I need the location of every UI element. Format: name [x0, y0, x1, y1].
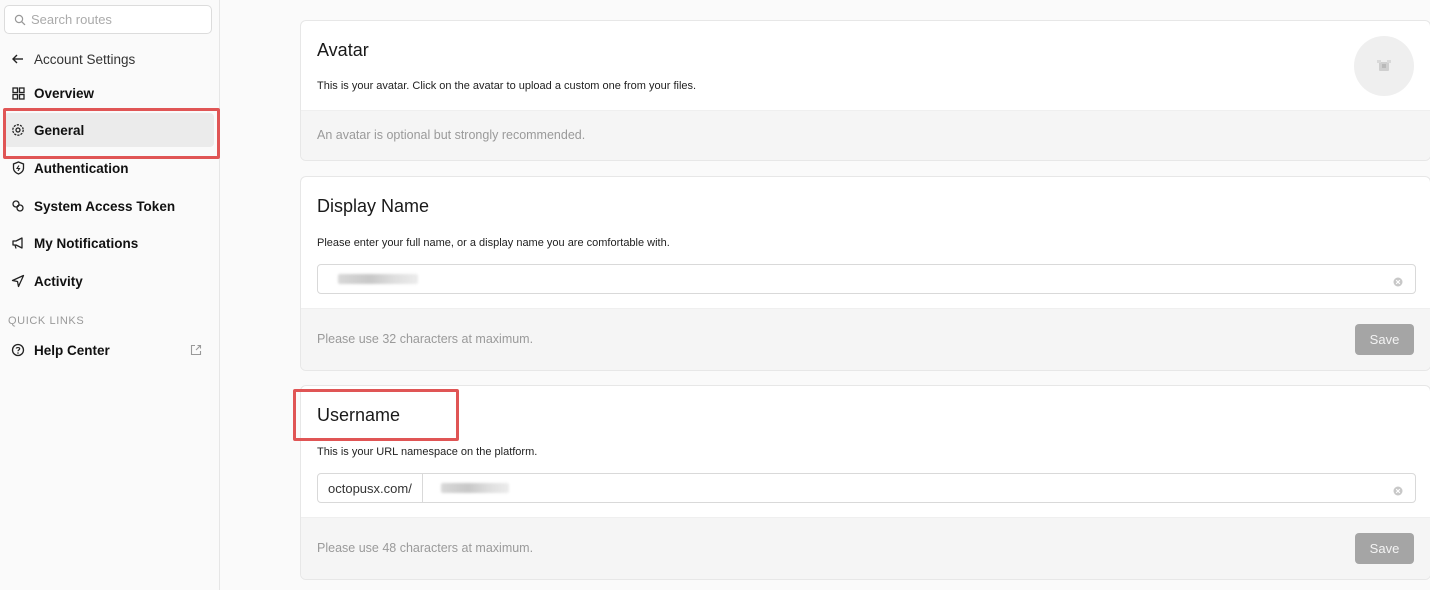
help-icon — [10, 342, 26, 358]
display-name-title: Display Name — [317, 196, 430, 216]
quick-links-heading: QUICK LINKS — [8, 315, 85, 327]
send-icon — [10, 273, 26, 289]
search-icon — [14, 14, 26, 25]
sidebar-item-authentication[interactable]: Authentication — [4, 151, 214, 185]
clear-icon[interactable] — [1393, 483, 1403, 501]
search-input[interactable] — [31, 12, 201, 27]
sidebar-item-label: Authentication — [34, 160, 129, 176]
sidebar-item-label: Help Center — [34, 342, 110, 358]
back-label: Account Settings — [34, 51, 136, 67]
display-name-card-footer: Please use 32 characters at maximum. Sav… — [301, 308, 1430, 370]
redacted-value — [338, 274, 418, 284]
arrow-left-icon — [10, 51, 26, 67]
redacted-value — [440, 483, 509, 493]
back-to-account-settings[interactable]: Account Settings — [4, 42, 214, 76]
avatar-upload[interactable] — [1354, 36, 1414, 96]
external-link-icon — [190, 343, 202, 361]
quick-link-help-center[interactable]: Help Center — [4, 333, 214, 367]
sidebar-item-system-access-token[interactable]: System Access Token — [4, 189, 214, 223]
sidebar-item-general[interactable]: General — [4, 113, 214, 147]
sidebar-item-activity[interactable]: Activity — [4, 264, 214, 298]
megaphone-icon — [10, 235, 26, 251]
sidebar-item-label: System Access Token — [34, 198, 176, 214]
sidebar-item-overview[interactable]: Overview — [4, 76, 214, 110]
avatar-card: Avatar This is your avatar. Click on the… — [300, 20, 1430, 161]
display-name-save-button[interactable]: Save — [1355, 324, 1414, 355]
shield-icon — [10, 160, 26, 176]
sidebar-item-my-notifications[interactable]: My Notifications — [4, 226, 214, 260]
display-name-card: Display Name Please enter your full name… — [300, 176, 1430, 371]
avatar-icon — [1377, 60, 1391, 71]
username-input[interactable]: octopusx.com/ — [317, 473, 1416, 503]
grid-icon — [10, 85, 26, 101]
avatar-card-footer: An avatar is optional but strongly recom… — [301, 110, 1430, 160]
username-card-footer: Please use 48 characters at maximum. Sav… — [301, 517, 1430, 579]
clear-icon[interactable] — [1393, 274, 1403, 292]
sidebar-item-label: My Notifications — [34, 235, 139, 251]
avatar-description: This is your avatar. Click on the avatar… — [317, 80, 697, 92]
sidebar-item-label: General — [34, 122, 85, 138]
username-title: Username — [317, 405, 401, 425]
username-description: This is your URL namespace on the platfo… — [317, 446, 538, 458]
token-icon — [10, 198, 26, 214]
display-name-description: Please enter your full name, or a displa… — [317, 237, 670, 249]
username-hint: Please use 48 characters at maximum. — [317, 541, 534, 555]
url-prefix: octopusx.com/ — [318, 474, 423, 502]
avatar-hint: An avatar is optional but strongly recom… — [317, 128, 586, 142]
display-name-hint: Please use 32 characters at maximum. — [317, 332, 534, 346]
display-name-input[interactable] — [317, 264, 1416, 294]
gear-icon — [10, 122, 26, 138]
search-box[interactable] — [4, 5, 212, 34]
username-save-button[interactable]: Save — [1355, 533, 1414, 564]
sidebar-item-label: Activity — [34, 273, 83, 289]
username-card: Username This is your URL namespace on t… — [300, 385, 1430, 580]
avatar-title: Avatar — [317, 40, 369, 60]
sidebar: Account Settings Overview General Authen… — [0, 0, 220, 590]
sidebar-item-label: Overview — [34, 85, 95, 101]
